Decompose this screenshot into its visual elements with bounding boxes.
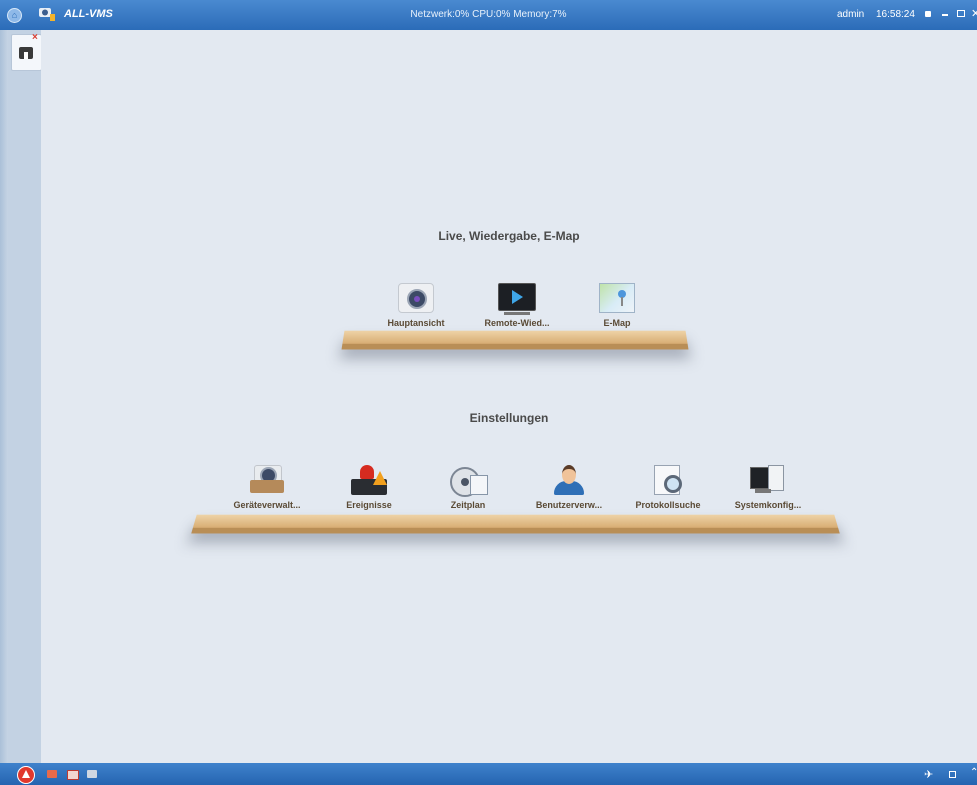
alarm-center-icon[interactable] [17, 766, 35, 784]
shelf-item-ereignisse[interactable]: Ereignisse [324, 465, 414, 510]
shelf-item-label: Protokollsuche [635, 500, 701, 510]
restore-button[interactable] [957, 10, 965, 17]
window-mode-icon[interactable] [949, 771, 956, 778]
home-icon [19, 47, 33, 59]
section-title-live: Live, Wiedergabe, E-Map [438, 229, 580, 243]
shelf-item-remote-wiedergabe[interactable]: Remote-Wied... [472, 283, 562, 328]
shelf-item-zeitplan[interactable]: Zeitplan [423, 465, 513, 510]
expand-up-icon[interactable]: ⌃ [970, 767, 977, 778]
shelf-item-label: Systemkonfig... [734, 500, 802, 510]
shelf-settings [191, 514, 840, 534]
shelf-live [341, 330, 689, 350]
shelf-item-label: Zeitplan [450, 500, 486, 510]
control-panel: Live, Wiedergabe, E-Map Hauptansicht Rem… [41, 30, 977, 763]
system-config-icon [749, 465, 787, 497]
close-tab-icon[interactable]: × [32, 32, 38, 43]
left-edge [0, 30, 8, 763]
tab-home[interactable]: × [11, 32, 42, 71]
playback-monitor-icon [498, 283, 536, 315]
schedule-reel-icon [449, 465, 488, 497]
camera-icon [397, 283, 435, 315]
shelf-item-label: E-Map [603, 318, 631, 328]
shelf-item-emap[interactable]: E-Map [572, 283, 662, 328]
shelf-item-benutzerverwaltung[interactable]: Benutzerverw... [524, 465, 614, 510]
shelf-item-label: Benutzerverw... [535, 500, 603, 510]
user-icon [550, 465, 588, 497]
device-management-icon [248, 465, 286, 497]
shelf-item-hauptansicht[interactable]: Hauptansicht [371, 283, 461, 328]
tab-bar [8, 30, 42, 763]
shelf-item-protokollsuche[interactable]: Protokollsuche [623, 465, 713, 510]
alarm-sound-icon[interactable] [47, 770, 57, 778]
shelf-item-geraeteverwaltung[interactable]: Geräteverwalt... [222, 465, 312, 510]
status-bar: ✈ ⌃ [0, 763, 977, 785]
system-status: Netzwerk:0% CPU:0% Memory:7% [410, 9, 567, 20]
shelf-item-label: Hauptansicht [387, 318, 445, 328]
lock-icon[interactable] [925, 11, 931, 17]
alarm-siren-icon [350, 465, 388, 497]
map-icon [598, 283, 636, 315]
close-button[interactable]: ✕ [971, 7, 977, 20]
shelf-item-label: Geräteverwalt... [233, 500, 301, 510]
shelf-item-label: Remote-Wied... [484, 318, 550, 328]
message-icon[interactable] [67, 770, 79, 780]
section-title-settings: Einstellungen [469, 411, 549, 425]
mute-speaker-icon[interactable] [87, 770, 97, 778]
clock: 16:58:24 [876, 9, 915, 20]
title-bar: ⌂ ALL-VMS Netzwerk:0% CPU:0% Memory:7% a… [0, 0, 977, 30]
minimize-button[interactable] [942, 14, 948, 16]
shelf-item-systemkonfiguration[interactable]: Systemkonfig... [723, 465, 813, 510]
shelf-item-label: Ereignisse [346, 500, 392, 510]
pin-icon[interactable]: ✈ [924, 768, 933, 781]
current-user[interactable]: admin [837, 9, 864, 20]
log-search-icon [649, 465, 687, 497]
